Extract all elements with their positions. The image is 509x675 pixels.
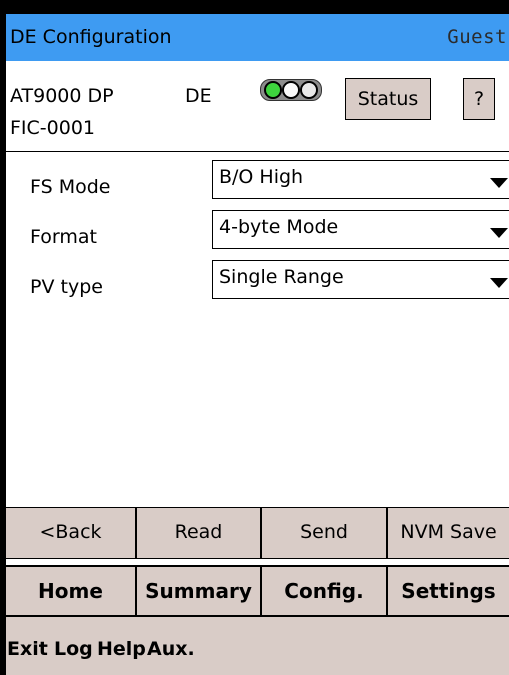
format-row: Format 4-byte Mode — [6, 202, 509, 249]
menu-item-help[interactable]: Help — [97, 638, 146, 660]
config-button[interactable]: Config. — [262, 567, 388, 615]
pv-type-row: PV type Single Range — [6, 252, 509, 299]
nav-bar: Home Summary Config. Settings — [6, 565, 509, 617]
user-label: Guest — [447, 26, 507, 48]
menu-bar: Exit Log Help Aux. — [6, 617, 509, 675]
nvm-save-button[interactable]: NVM Save — [388, 508, 509, 558]
help-button[interactable]: ? — [463, 78, 495, 120]
status-button[interactable]: Status — [345, 78, 431, 120]
fs-mode-label: FS Mode — [30, 176, 111, 198]
format-select[interactable]: 4-byte Mode — [212, 210, 509, 249]
window-title: DE Configuration — [10, 26, 172, 48]
pv-type-select[interactable]: Single Range — [212, 260, 509, 299]
dropdown-arrow-icon — [490, 178, 508, 188]
dropdown-arrow-icon — [490, 228, 508, 238]
off-light-icon — [282, 81, 300, 99]
pv-type-label: PV type — [30, 276, 103, 298]
green-light-icon — [264, 81, 282, 99]
pv-type-value: Single Range — [219, 266, 344, 288]
device-model: AT9000 DP — [10, 85, 114, 107]
read-button[interactable]: Read — [137, 508, 262, 558]
device-header: AT9000 DP DE FIC-0001 Status ? — [6, 61, 509, 151]
menu-item-aux[interactable]: Aux. — [147, 638, 195, 660]
fs-mode-row: FS Mode B/O High — [6, 152, 509, 199]
dropdown-arrow-icon — [490, 278, 508, 288]
send-button[interactable]: Send — [262, 508, 388, 558]
device-tag: FIC-0001 — [10, 117, 96, 139]
divider — [6, 558, 509, 565]
traffic-light-icon — [260, 79, 322, 101]
summary-button[interactable]: Summary — [137, 567, 262, 615]
app-window: DE Configuration Guest AT9000 DP DE FIC-… — [6, 14, 509, 675]
off-light-icon — [300, 81, 318, 99]
fs-mode-select[interactable]: B/O High — [212, 160, 509, 199]
format-label: Format — [30, 226, 97, 248]
fs-mode-value: B/O High — [219, 166, 304, 188]
settings-button[interactable]: Settings — [388, 567, 509, 615]
device-mode: DE — [185, 85, 212, 107]
action-bar: <Back Read Send NVM Save — [6, 507, 509, 558]
menu-item-exit[interactable]: Exit — [7, 638, 48, 660]
config-form: FS Mode B/O High Format 4-byte Mode PV t… — [6, 152, 509, 507]
home-button[interactable]: Home — [6, 567, 137, 615]
menu-item-log[interactable]: Log — [54, 638, 93, 660]
format-value: 4-byte Mode — [219, 216, 339, 238]
title-bar: DE Configuration Guest — [6, 14, 509, 61]
back-button[interactable]: <Back — [6, 508, 137, 558]
